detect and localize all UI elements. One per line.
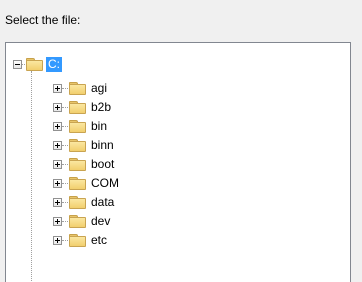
tree-node-label[interactable]: boot (89, 157, 116, 172)
tree-branch-line (62, 201, 68, 203)
folder-icon (69, 195, 86, 209)
tree-node-agi[interactable]: agi (53, 79, 109, 97)
folder-icon (69, 81, 86, 95)
tree-branch-line (62, 106, 68, 108)
tree-node-label[interactable]: b2b (89, 100, 113, 115)
tree-branch-line (62, 125, 68, 127)
expand-icon[interactable] (53, 197, 62, 207)
tree-node-com[interactable]: COM (53, 174, 121, 192)
tree-branch-line (62, 144, 68, 146)
expand-icon[interactable] (53, 83, 62, 93)
collapse-icon[interactable] (13, 59, 22, 69)
folder-icon (69, 157, 86, 171)
tree-node-label[interactable]: binn (89, 138, 116, 153)
tree-node-etc[interactable]: etc (53, 231, 109, 249)
tree-branch-line (62, 87, 68, 89)
expand-icon[interactable] (53, 102, 62, 112)
tree-node-binn[interactable]: binn (53, 136, 116, 154)
tree-node-label[interactable]: bin (89, 119, 109, 134)
expand-icon[interactable] (53, 178, 62, 188)
tree-branch-line (62, 239, 68, 241)
tree-node-label[interactable]: data (89, 195, 116, 210)
tree-node-label[interactable]: dev (89, 214, 112, 229)
expand-icon[interactable] (53, 216, 62, 226)
expand-icon[interactable] (53, 235, 62, 245)
folder-icon (69, 119, 86, 133)
tree-node-boot[interactable]: boot (53, 155, 116, 173)
tree-node-b2b[interactable]: b2b (53, 98, 113, 116)
tree-branch-line (62, 220, 68, 222)
folder-icon (69, 138, 86, 152)
tree-node-label[interactable]: etc (89, 233, 109, 248)
tree-node-data[interactable]: data (53, 193, 116, 211)
expand-icon[interactable] (53, 121, 62, 131)
tree-node-root[interactable]: C: (13, 55, 62, 73)
tree-branch-line (22, 63, 25, 65)
folder-icon (26, 57, 43, 71)
tree-branch-line (62, 182, 68, 184)
folder-icon (69, 176, 86, 190)
tree-node-label[interactable]: C: (46, 56, 62, 72)
folder-tree: C: agi b2b bin binn boot COM data dev et… (6, 43, 350, 282)
tree-node-label[interactable]: COM (89, 176, 121, 191)
tree-connector-line (31, 71, 32, 282)
select-file-label: Select the file: (5, 13, 81, 27)
folder-icon (69, 100, 86, 114)
tree-node-label[interactable]: agi (89, 81, 109, 96)
folder-tree-view[interactable]: C: agi b2b bin binn boot COM data dev et… (5, 42, 351, 282)
folder-icon (69, 214, 86, 228)
expand-icon[interactable] (53, 140, 62, 150)
tree-node-dev[interactable]: dev (53, 212, 112, 230)
tree-branch-line (62, 163, 68, 165)
tree-node-bin[interactable]: bin (53, 117, 109, 135)
expand-icon[interactable] (53, 159, 62, 169)
folder-icon (69, 233, 86, 247)
